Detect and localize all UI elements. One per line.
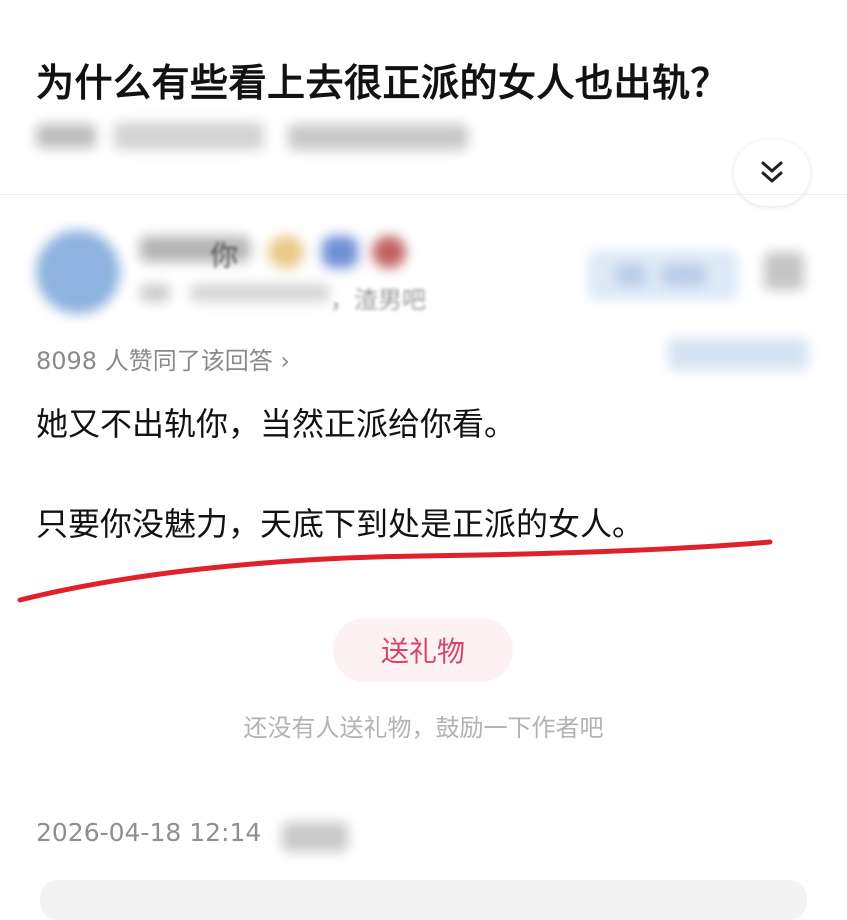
location-blurred <box>282 822 348 852</box>
question-meta-blurred <box>36 112 476 160</box>
send-gift-button[interactable]: 送礼物 <box>333 618 513 682</box>
gift-hint: 还没有人送礼物，鼓励一下作者吧 <box>243 714 604 742</box>
double-chevron-down-icon <box>761 161 783 183</box>
bottom-action-bar <box>40 880 807 920</box>
more-options-blurred[interactable] <box>764 252 804 290</box>
author-bio-blurred <box>140 278 340 306</box>
answer-tag-blurred <box>668 338 808 370</box>
question-title: 为什么有些看上去很正派的女人也出轨？ <box>36 61 730 105</box>
author-row[interactable]: 你 ，渣男吧 <box>0 220 847 320</box>
author-name-fragment: 你 <box>210 239 239 272</box>
author-name-blurred[interactable] <box>140 232 260 266</box>
author-bio-fragment: ，渣男吧 <box>330 286 426 314</box>
avatar[interactable] <box>36 230 120 314</box>
follow-button-blurred[interactable] <box>588 250 738 300</box>
author-badges <box>268 232 418 272</box>
red-hand-drawn-underline <box>17 539 773 603</box>
upvote-count[interactable]: 8098 人赞同了该回答 › <box>36 341 290 376</box>
expand-question-button[interactable] <box>734 140 810 206</box>
answer-timestamp: 2026-04-18 12:14 <box>36 818 262 847</box>
answer-paragraph-1: 她又不出轨你，当然正派给你看。 <box>36 405 517 443</box>
section-divider <box>0 194 847 195</box>
